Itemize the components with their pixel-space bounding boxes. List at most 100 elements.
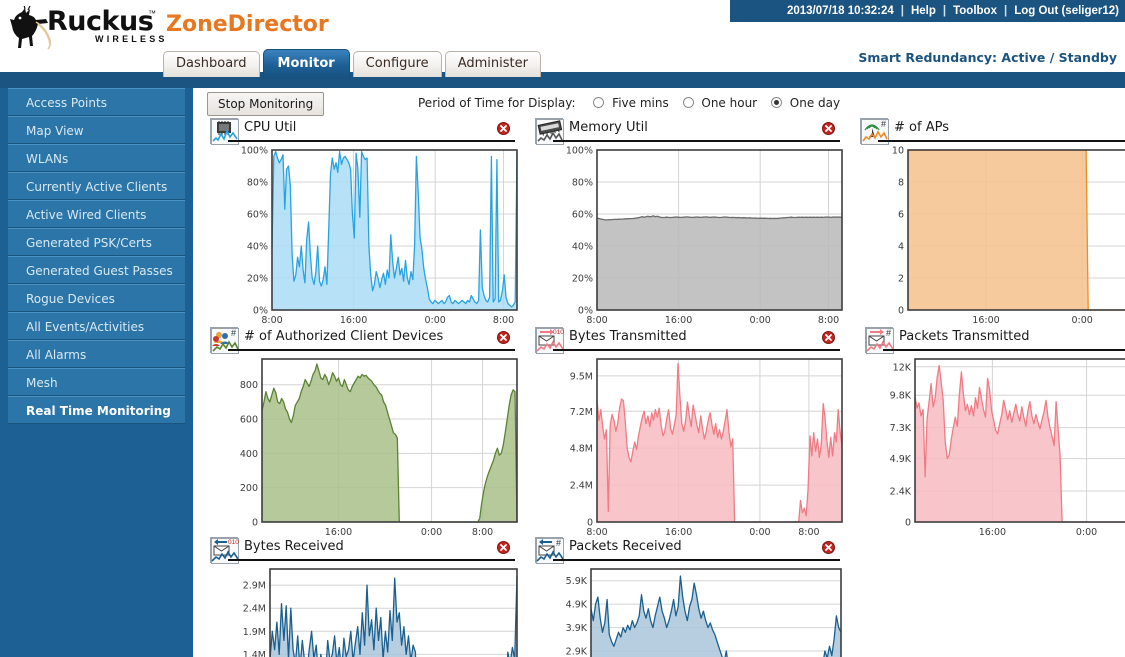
svg-text:2: 2 bbox=[898, 274, 904, 285]
sidebar-item-all-events-activities[interactable]: All Events/Activities bbox=[8, 312, 185, 340]
sidebar-item-generated-guest-passes[interactable]: Generated Guest Passes bbox=[8, 256, 185, 284]
svg-text:8:00: 8:00 bbox=[472, 527, 493, 538]
svg-text:8: 8 bbox=[898, 178, 904, 189]
close-icon[interactable] bbox=[497, 122, 510, 135]
radio-label-one-hour[interactable]: One hour bbox=[701, 96, 757, 110]
chart-panel-header: CPU Util bbox=[200, 118, 525, 145]
chart-panel-packets-received: # Packets Received 2.9K 3.9K 4.9K 5.9K bbox=[525, 537, 850, 657]
separator: | bbox=[900, 5, 904, 17]
chart-panel-header: # # of APs bbox=[850, 118, 1125, 145]
svg-text:4: 4 bbox=[898, 242, 904, 253]
chart-title: Bytes Received bbox=[244, 539, 344, 554]
sidebar-item-generated-psk-certs[interactable]: Generated PSK/Certs bbox=[8, 228, 185, 256]
radio-label-five-mins[interactable]: Five mins bbox=[612, 96, 669, 110]
svg-text:0: 0 bbox=[905, 518, 911, 529]
chart-panel-header: # # of Authorized Client Devices bbox=[200, 327, 525, 354]
sidebar-item-map-view[interactable]: Map View bbox=[8, 116, 185, 144]
sidebar-item-label: Currently Active Clients bbox=[26, 180, 168, 194]
sidebar-item-label: Active Wired Clients bbox=[26, 208, 147, 222]
chart-plot-cpu-util: 0% 20% 40% 60% 80% 100% 8:00 16:00 0:00 8:00 bbox=[200, 142, 525, 330]
chart-panel-bytes-received: 0101 Bytes Received 1.4M 1.9M 2.4M 2.9M bbox=[200, 537, 525, 657]
close-icon[interactable] bbox=[822, 331, 835, 344]
svg-text:16:00: 16:00 bbox=[665, 527, 692, 538]
svg-text:80%: 80% bbox=[247, 178, 268, 189]
chart-panel-packets-transmitted: # Packets Transmitted 0 2.4K 4.9K 7.3K 9.8K 12K… bbox=[855, 327, 1125, 539]
radio-one-day[interactable] bbox=[770, 97, 782, 108]
chart-plot-bytes-received: 1.4M 1.9M 2.4M 2.9M bbox=[200, 561, 525, 657]
svg-text:6: 6 bbox=[898, 210, 904, 221]
chart-plot-memory-util: 0% 20% 40% 60% 80% 100% 8:00 16:00 0:00 8:00 bbox=[525, 142, 850, 330]
top-utility-bar: 2013/07/18 10:32:24 | Help | Toolbox | L… bbox=[730, 0, 1125, 22]
svg-text:8:00: 8:00 bbox=[798, 527, 819, 538]
chart-title: CPU Util bbox=[244, 120, 297, 135]
svg-text:16:00: 16:00 bbox=[340, 315, 367, 326]
svg-text:100%: 100% bbox=[241, 146, 268, 157]
tab-configure[interactable]: Configure bbox=[352, 51, 442, 77]
svg-text:1.4M: 1.4M bbox=[243, 650, 266, 657]
sidebar-item-access-points[interactable]: Access Points bbox=[8, 88, 185, 116]
main-tabs: Dashboard Monitor Configure Administer bbox=[163, 49, 541, 79]
help-link[interactable]: Help bbox=[911, 5, 936, 17]
brand-wordmark: Ruckus bbox=[47, 6, 154, 37]
system-timestamp: 2013/07/18 10:32:24 bbox=[786, 5, 894, 17]
chart-panel-header: 0101 Bytes Received bbox=[200, 537, 525, 564]
svg-text:10: 10 bbox=[892, 146, 904, 157]
chart-panel-memory-util: Memory Util 0% 20% 40% 60% 80% 100% 8:00 16:00 0:… bbox=[525, 118, 850, 330]
svg-text:60%: 60% bbox=[572, 210, 593, 221]
svg-text:2.9M: 2.9M bbox=[243, 581, 266, 592]
tab-monitor[interactable]: Monitor bbox=[262, 49, 350, 79]
svg-text:12K: 12K bbox=[893, 362, 912, 373]
logout-link[interactable]: Log Out (seliger12) bbox=[1014, 5, 1119, 17]
tab-administer[interactable]: Administer bbox=[444, 51, 541, 77]
chart-panel-header: # Packets Received bbox=[525, 537, 850, 564]
chart-grid: CPU Util 0% 20% 40% 60% 80% 100% 8:00 16:00 0:00 8… bbox=[193, 118, 1125, 657]
tab-dashboard[interactable]: Dashboard bbox=[163, 51, 260, 77]
sidebar-item-rogue-devices[interactable]: Rogue Devices bbox=[8, 284, 185, 312]
sidebar-item-mesh[interactable]: Mesh bbox=[8, 368, 185, 396]
svg-text:200: 200 bbox=[240, 483, 258, 494]
chart-title: # of Authorized Client Devices bbox=[244, 329, 444, 344]
stop-monitoring-button[interactable]: Stop Monitoring bbox=[207, 92, 325, 116]
svg-text:400: 400 bbox=[240, 449, 258, 460]
svg-text:3.9K: 3.9K bbox=[566, 623, 588, 634]
sidebar-item-real-time-monitoring[interactable]: Real Time Monitoring bbox=[8, 396, 185, 424]
svg-text:8:00: 8:00 bbox=[818, 315, 839, 326]
zonedirector-page: 2013/07/18 10:32:24 | Help | Toolbox | L… bbox=[0, 0, 1125, 657]
sidebar-item-all-alarms[interactable]: All Alarms bbox=[8, 340, 185, 368]
svg-text:#: # bbox=[231, 328, 236, 338]
svg-text:9.8K: 9.8K bbox=[890, 391, 912, 402]
close-icon[interactable] bbox=[497, 331, 510, 344]
chart-panel-header: Memory Util bbox=[525, 118, 850, 145]
svg-text:0:00: 0:00 bbox=[424, 315, 445, 326]
sidebar-item-active-wired-clients[interactable]: Active Wired Clients bbox=[8, 200, 185, 228]
sidebar-item-label: All Events/Activities bbox=[26, 320, 145, 334]
close-icon[interactable] bbox=[497, 541, 510, 554]
chart-panel-bytes-transmitted: 0101Bytes Transmitted02.4M4.8M7.2M9.5M8:… bbox=[525, 327, 850, 539]
svg-text:16:00: 16:00 bbox=[665, 315, 692, 326]
toolbox-link[interactable]: Toolbox bbox=[953, 5, 997, 17]
svg-text:5.9K: 5.9K bbox=[566, 576, 588, 587]
close-icon[interactable] bbox=[822, 122, 835, 135]
svg-text:7.3K: 7.3K bbox=[890, 423, 912, 434]
close-icon[interactable] bbox=[822, 541, 835, 554]
svg-text:60%: 60% bbox=[247, 210, 268, 221]
sidebar-item-label: Mesh bbox=[26, 376, 58, 390]
svg-text:40%: 40% bbox=[572, 242, 593, 253]
svg-text:0:00: 0:00 bbox=[749, 527, 770, 538]
sidebar-item-currently-active-clients[interactable]: Currently Active Clients bbox=[8, 172, 185, 200]
svg-text:#: # bbox=[881, 119, 886, 129]
sidebar-item-label: Generated PSK/Certs bbox=[26, 236, 152, 250]
sidebar-item-wlans[interactable]: WLANs bbox=[8, 144, 185, 172]
brand-tagline: WIRELESS bbox=[95, 34, 168, 44]
radio-label-one-day[interactable]: One day bbox=[790, 96, 840, 110]
svg-text:7.2M: 7.2M bbox=[570, 407, 593, 418]
period-selector: Period of Time for Display: Five mins On… bbox=[418, 96, 840, 110]
svg-text:16:00: 16:00 bbox=[979, 527, 1006, 538]
radio-five-mins[interactable] bbox=[593, 97, 605, 108]
svg-text:2.4K: 2.4K bbox=[890, 486, 912, 497]
svg-text:80%: 80% bbox=[572, 178, 593, 189]
chart-plot-number-of-aps: 0 2 4 6 8 10 16:00 0:00 bbox=[850, 142, 1125, 330]
sidebar-nav: Access Points Map View WLANs Currently Acti… bbox=[0, 88, 193, 424]
chart-plot-packets-transmitted: 0 2.4K 4.9K 7.3K 9.8K 12K 16:00 0:00 bbox=[855, 351, 1125, 539]
radio-one-hour[interactable] bbox=[682, 97, 694, 108]
